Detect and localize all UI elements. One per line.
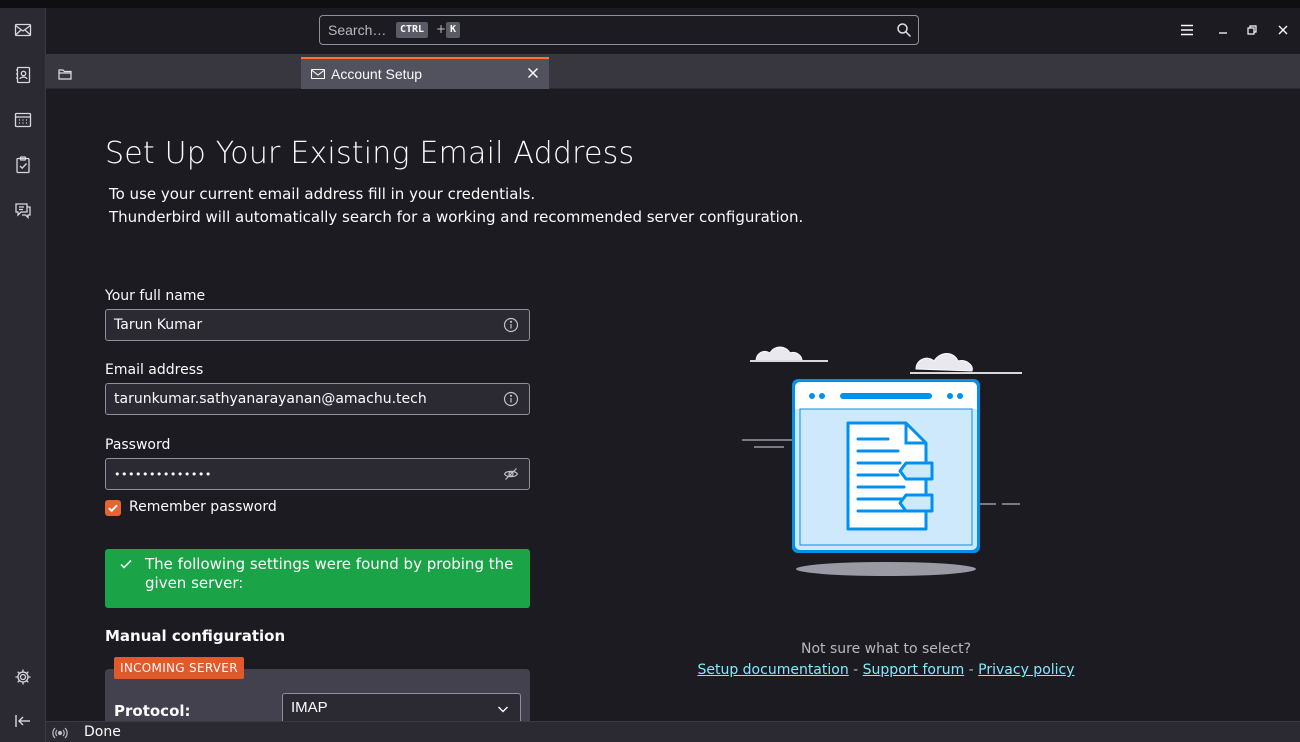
close-icon [1278, 25, 1288, 35]
settings-button[interactable] [8, 662, 38, 692]
check-icon [120, 559, 132, 569]
maximize-button[interactable] [1242, 20, 1262, 40]
chat-space-button[interactable] [8, 195, 38, 225]
tab-label: Account Setup [331, 66, 423, 82]
help-links: Setup documentation - Support forum - Pr… [686, 662, 1086, 678]
chat-icon [15, 203, 31, 219]
setup-documentation-link[interactable]: Setup documentation [697, 662, 848, 678]
global-search-input[interactable]: Search… CTRL + K [319, 15, 919, 45]
collapse-icon [15, 715, 30, 727]
status-bar: Done [46, 721, 1300, 742]
tasks-icon [16, 156, 30, 174]
collapse-spaces-button[interactable] [8, 706, 38, 736]
page-subtitle-line2: Thunderbird will automatically search fo… [109, 208, 804, 226]
protocol-select[interactable]: IMAP [282, 693, 521, 721]
eye-hidden-icon[interactable] [503, 466, 519, 482]
calendar-space-button[interactable] [8, 105, 38, 135]
info-icon[interactable] [503, 317, 519, 333]
search-placeholder: Search… [328, 22, 387, 38]
page-subtitle-line1: To use your current email address fill i… [109, 185, 536, 203]
email-label: Email address [105, 362, 204, 378]
fullname-value: Tarun Kumar [114, 317, 203, 333]
kbd-plus: + [436, 22, 447, 36]
success-notification: The following settings were found by pro… [105, 549, 530, 608]
address-book-icon [16, 66, 31, 84]
title-strip [0, 0, 1300, 8]
settings-icon [15, 669, 31, 685]
account-setup-page: Set Up Your Existing Email Address To us… [46, 89, 1300, 721]
manual-config-heading: Manual configuration [105, 627, 286, 645]
tab-account-setup[interactable]: Account Setup [301, 57, 549, 89]
mail-icon [14, 23, 32, 37]
close-window-button[interactable] [1273, 20, 1293, 40]
address-book-space-button[interactable] [8, 60, 38, 90]
tabs-bar: Account Setup [46, 54, 1300, 89]
tab-mail-folder[interactable] [46, 58, 300, 89]
mail-space-button[interactable] [8, 15, 38, 45]
minimize-icon [1219, 32, 1227, 34]
protocol-value: IMAP [291, 699, 328, 716]
protocol-label: Protocol: [114, 702, 191, 720]
app-menu-button[interactable] [1177, 20, 1197, 40]
password-value: •••••••••••••• [114, 468, 212, 481]
chevron-down-icon [498, 706, 508, 713]
remember-password-label[interactable]: Remember password [129, 499, 277, 515]
hamburger-icon [1181, 24, 1193, 36]
close-tab-icon[interactable] [525, 65, 541, 81]
help-question: Not sure what to select? [800, 641, 972, 657]
incoming-server-badge: INCOMING SERVER [114, 657, 244, 679]
online-status-icon[interactable] [52, 725, 68, 741]
success-text: The following settings were found by pro… [145, 555, 514, 592]
restore-icon [1247, 25, 1257, 35]
spaces-toolbar [0, 8, 46, 742]
kbd-k: K [446, 22, 461, 38]
status-text: Done [84, 724, 121, 740]
kbd-ctrl: CTRL [396, 22, 429, 38]
info-icon[interactable] [503, 391, 519, 407]
mail-settings-icon [311, 68, 325, 80]
password-label: Password [105, 437, 171, 453]
calendar-icon [14, 112, 32, 128]
support-forum-link[interactable]: Support forum [863, 662, 965, 678]
fullname-input[interactable]: Tarun Kumar [105, 309, 530, 341]
folder-icon [58, 68, 72, 80]
account-setup-illustration [742, 346, 1022, 576]
fullname-label: Your full name [105, 288, 206, 304]
email-input[interactable]: tarunkumar.sathyanarayanan@amachu.tech [105, 383, 530, 415]
remember-password-checkbox[interactable] [105, 500, 121, 516]
tasks-space-button[interactable] [8, 150, 38, 180]
page-title: Set Up Your Existing Email Address [105, 136, 635, 171]
link-separator: - [848, 662, 863, 678]
password-input[interactable]: •••••••••••••• [105, 458, 530, 490]
email-value: tarunkumar.sathyanarayanan@amachu.tech [114, 391, 427, 407]
unified-toolbar: Search… CTRL + K [46, 8, 1300, 54]
search-icon[interactable] [896, 22, 912, 38]
link-separator: - [964, 662, 979, 678]
minimize-button[interactable] [1213, 20, 1233, 40]
checkmark-icon [108, 504, 118, 513]
privacy-policy-link[interactable]: Privacy policy [978, 662, 1074, 678]
